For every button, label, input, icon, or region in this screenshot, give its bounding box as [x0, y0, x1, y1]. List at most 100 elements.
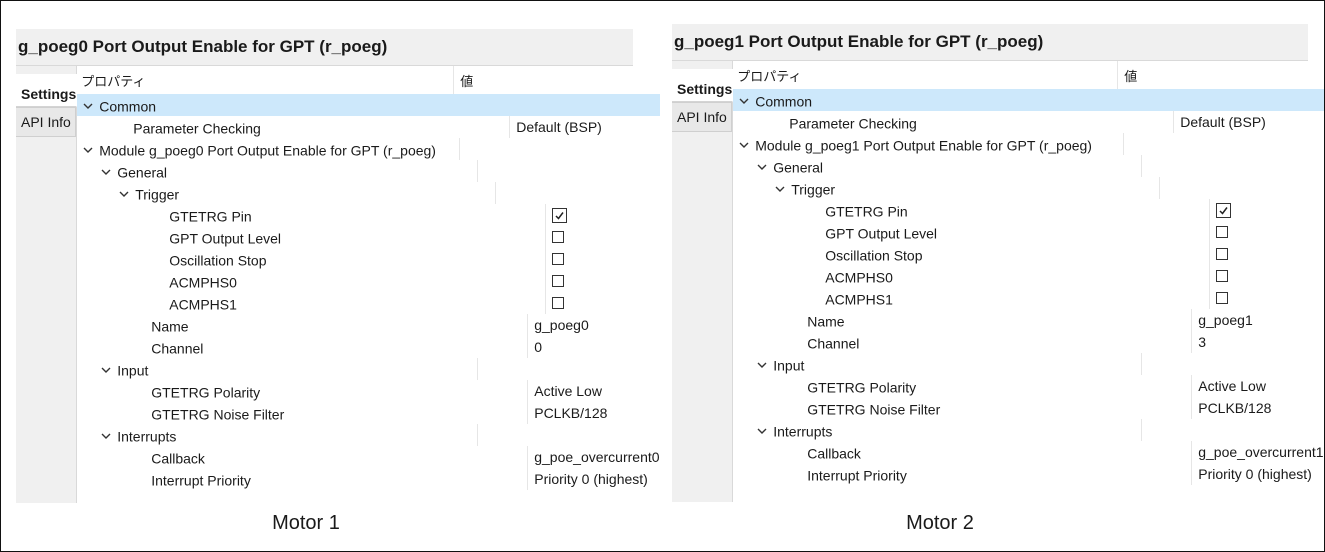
checkbox-checked-icon[interactable]	[552, 207, 568, 223]
tab-api-info[interactable]: API Info	[16, 107, 77, 137]
property-row[interactable]: Module g_poeg0 Port Output Enable for GP…	[77, 138, 659, 160]
property-row[interactable]: General	[733, 155, 1323, 177]
property-value-cell[interactable]	[1210, 221, 1323, 243]
property-row[interactable]: Oscillation Stop	[77, 248, 659, 270]
property-row[interactable]: Interrupts	[733, 419, 1323, 441]
property-value-cell[interactable]: 0	[528, 336, 659, 358]
chevron-down-icon[interactable]	[101, 167, 111, 177]
property-row[interactable]: General	[77, 160, 659, 182]
property-row[interactable]: GTETRG Noise Filter PCLKB/128	[733, 397, 1323, 419]
property-value-cell[interactable]	[546, 204, 659, 226]
checkbox-icon[interactable]	[1216, 248, 1229, 261]
checkbox-icon[interactable]	[552, 275, 565, 288]
chevron-down-icon[interactable]	[739, 140, 749, 150]
property-value-cell[interactable]	[1123, 89, 1323, 111]
property-row[interactable]: GTETRG Pin	[733, 199, 1323, 221]
property-value-cell[interactable]	[1160, 177, 1323, 199]
checkbox-icon[interactable]	[1216, 226, 1229, 239]
column-header-value[interactable]: 値	[454, 66, 659, 94]
property-value-cell[interactable]	[496, 182, 659, 204]
property-value-cell[interactable]: PCLKB/128	[528, 402, 659, 424]
property-value-cell[interactable]: 3	[1192, 331, 1323, 353]
property-value-cell[interactable]	[546, 270, 659, 292]
property-value-cell[interactable]	[546, 226, 659, 248]
property-row[interactable]: Callback g_poe_overcurrent0	[77, 446, 660, 468]
property-value-cell[interactable]	[1142, 419, 1323, 441]
chevron-down-icon[interactable]	[775, 184, 785, 194]
tab-settings[interactable]: Settings	[16, 74, 78, 107]
property-row[interactable]: GTETRG Noise Filter PCLKB/128	[77, 402, 659, 424]
property-row[interactable]: Channel 3	[733, 331, 1323, 353]
chevron-down-icon[interactable]	[83, 145, 93, 155]
property-row[interactable]: Input	[77, 358, 659, 380]
property-value-cell[interactable]: PCLKB/128	[1192, 397, 1323, 419]
property-value-cell[interactable]: g_poe_overcurrent1	[1192, 441, 1323, 463]
tab-settings[interactable]: Settings	[672, 69, 734, 102]
property-row[interactable]: Interrupts	[77, 424, 659, 446]
property-value-cell[interactable]	[1142, 353, 1323, 375]
chevron-down-icon[interactable]	[757, 426, 767, 436]
property-value-cell[interactable]	[478, 160, 659, 182]
property-row[interactable]: ACMPHS1	[77, 292, 659, 314]
property-row[interactable]: Trigger	[733, 177, 1323, 199]
column-header-property[interactable]: プロパティ	[77, 66, 455, 94]
chevron-down-icon[interactable]	[83, 101, 93, 111]
property-row[interactable]: Module g_poeg1 Port Output Enable for GP…	[733, 133, 1323, 155]
property-row[interactable]: Input	[733, 353, 1323, 375]
property-value-cell[interactable]: Active Low	[528, 380, 659, 402]
tab-api-info[interactable]: API Info	[672, 102, 733, 132]
property-value-cell[interactable]: Default (BSP)	[1174, 111, 1323, 133]
column-header-property[interactable]: プロパティ	[733, 61, 1119, 89]
property-value-cell[interactable]: Default (BSP)	[510, 116, 659, 138]
property-row[interactable]: GTETRG Polarity Active Low	[733, 375, 1323, 397]
property-value-cell[interactable]	[459, 94, 659, 116]
property-row[interactable]: Common	[733, 89, 1324, 111]
property-value-cell[interactable]	[1210, 287, 1323, 309]
checkbox-icon[interactable]	[1216, 270, 1229, 283]
checkbox-checked-icon[interactable]	[1216, 202, 1232, 218]
chevron-down-icon[interactable]	[101, 365, 111, 375]
property-value-cell[interactable]: Priority 0 (highest)	[528, 468, 659, 490]
property-value-cell[interactable]	[546, 292, 659, 314]
property-row[interactable]: Parameter Checking Default (BSP)	[77, 116, 659, 138]
property-row[interactable]: GTETRG Pin	[77, 204, 659, 226]
property-value-cell[interactable]	[478, 424, 659, 446]
property-value-cell[interactable]: Priority 0 (highest)	[1192, 463, 1323, 485]
property-row[interactable]: GPT Output Level	[733, 221, 1323, 243]
property-row[interactable]: Callback g_poe_overcurrent1	[733, 441, 1324, 463]
property-row[interactable]: Name g_poeg0	[77, 314, 659, 336]
property-row[interactable]: Interrupt Priority Priority 0 (highest)	[733, 463, 1323, 485]
property-row[interactable]: Parameter Checking Default (BSP)	[733, 111, 1323, 133]
property-value-cell[interactable]	[1210, 243, 1323, 265]
checkbox-icon[interactable]	[552, 297, 565, 310]
chevron-down-icon[interactable]	[101, 431, 111, 441]
property-row[interactable]: Common	[77, 94, 660, 116]
property-row[interactable]: GPT Output Level	[77, 226, 659, 248]
property-value-cell[interactable]: g_poeg1	[1192, 309, 1323, 331]
property-value-cell[interactable]: g_poe_overcurrent0	[528, 446, 659, 468]
chevron-down-icon[interactable]	[739, 96, 749, 106]
property-row[interactable]: ACMPHS1	[733, 287, 1323, 309]
property-row[interactable]: Interrupt Priority Priority 0 (highest)	[77, 468, 659, 490]
property-value-cell[interactable]	[1142, 155, 1323, 177]
property-value-cell[interactable]	[478, 358, 659, 380]
checkbox-icon[interactable]	[552, 253, 565, 266]
chevron-down-icon[interactable]	[757, 360, 767, 370]
checkbox-icon[interactable]	[552, 231, 565, 244]
property-row[interactable]: Trigger	[77, 182, 659, 204]
chevron-down-icon[interactable]	[757, 162, 767, 172]
column-header-value[interactable]: 値	[1118, 61, 1323, 89]
property-row[interactable]: Name g_poeg1	[733, 309, 1323, 331]
property-value-cell[interactable]	[1124, 133, 1323, 155]
property-row[interactable]: Channel 0	[77, 336, 659, 358]
property-row[interactable]: Oscillation Stop	[733, 243, 1323, 265]
property-value-cell[interactable]: g_poeg0	[528, 314, 659, 336]
property-value-cell[interactable]: Active Low	[1192, 375, 1323, 397]
property-value-cell[interactable]	[1210, 265, 1323, 287]
checkbox-icon[interactable]	[1216, 292, 1229, 305]
property-row[interactable]: ACMPHS0	[733, 265, 1323, 287]
chevron-down-icon[interactable]	[119, 189, 129, 199]
property-row[interactable]: GTETRG Polarity Active Low	[77, 380, 659, 402]
property-value-cell[interactable]	[460, 138, 659, 160]
property-row[interactable]: ACMPHS0	[77, 270, 659, 292]
